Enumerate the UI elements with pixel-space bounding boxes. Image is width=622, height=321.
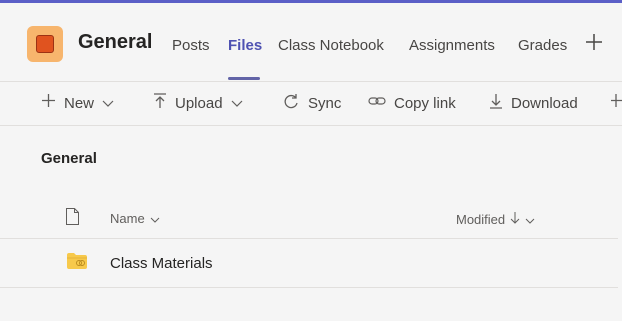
table-row[interactable]: Class Materials (0, 239, 618, 288)
tab-files[interactable]: Files (228, 37, 262, 54)
link-icon (368, 94, 386, 112)
add-tab-button[interactable] (585, 31, 603, 57)
new-label: New (64, 94, 95, 112)
copy-link-label: Copy link (394, 94, 456, 112)
copy-link-button[interactable]: Copy link (368, 92, 456, 114)
chevron-down-icon (102, 95, 114, 112)
folder-icon (67, 253, 87, 269)
chevron-down-icon (150, 211, 160, 226)
channel-title: General (78, 31, 153, 53)
download-button[interactable]: Download (489, 92, 578, 114)
upload-icon (153, 92, 167, 114)
tab-assignments[interactable]: Assignments (409, 37, 495, 54)
sort-arrow-down-icon (510, 211, 520, 227)
sync-button[interactable]: Sync (283, 92, 341, 114)
column-header-row: Name Modified (0, 198, 618, 239)
chevron-down-icon (525, 212, 535, 227)
files-toolbar: New Upload Sync Copy link Download (0, 82, 622, 126)
more-toolbar-button[interactable] (610, 92, 622, 114)
files-content: General Name Modified Class Materials (0, 126, 622, 321)
column-modified-label: Modified (456, 211, 506, 227)
upload-button[interactable]: Upload (153, 92, 243, 114)
chevron-down-icon (231, 95, 243, 112)
sync-label: Sync (308, 94, 342, 112)
tab-posts[interactable]: Posts (172, 37, 210, 54)
tab-class-notebook[interactable]: Class Notebook (278, 37, 384, 54)
team-avatar-icon[interactable] (27, 26, 63, 62)
download-icon (489, 93, 503, 114)
plus-icon (610, 93, 622, 113)
tab-grades[interactable]: Grades (518, 37, 567, 54)
column-name-label: Name (110, 211, 145, 226)
file-type-icon[interactable] (66, 208, 79, 225)
breadcrumb: General (41, 150, 97, 167)
download-label: Download (511, 94, 578, 112)
file-name[interactable]: Class Materials (110, 255, 213, 272)
column-name-header[interactable]: Name (110, 211, 160, 226)
plus-icon (41, 93, 56, 113)
plus-icon (586, 34, 602, 50)
upload-label: Upload (175, 94, 223, 112)
new-button[interactable]: New (41, 92, 114, 114)
active-tab-indicator (228, 77, 260, 80)
channel-header: General Posts Files Class Notebook Assig… (0, 3, 622, 82)
column-modified-header[interactable]: Modified (456, 211, 535, 227)
sync-icon (283, 93, 300, 114)
